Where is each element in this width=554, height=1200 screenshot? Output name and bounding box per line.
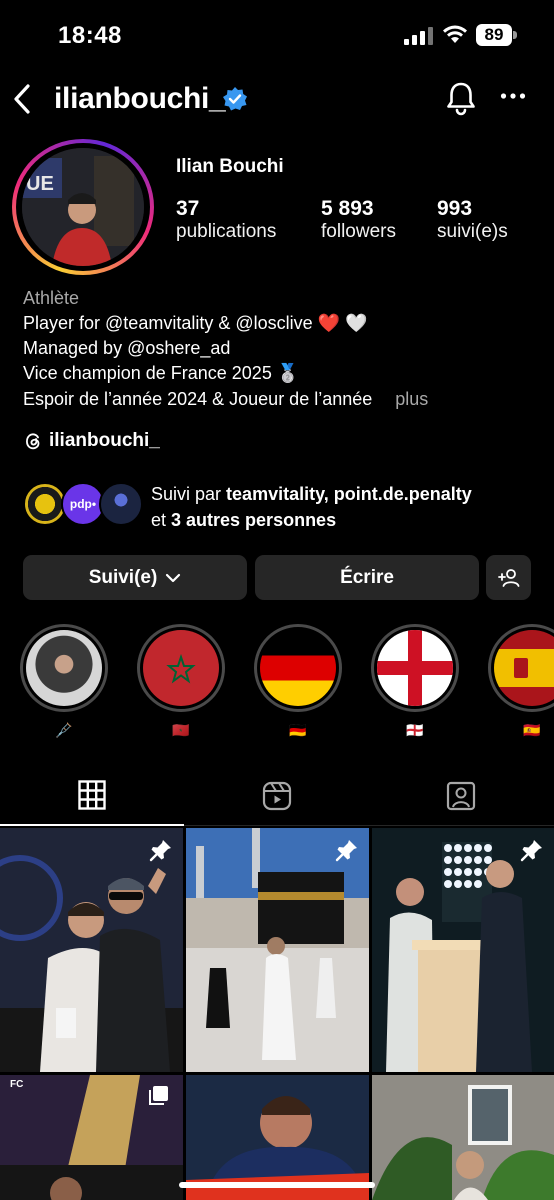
followed-by-mid: et xyxy=(151,510,172,530)
following-button-label: Suivi(e) xyxy=(88,566,158,588)
post-thumbnail[interactable] xyxy=(372,828,554,1072)
add-user-icon xyxy=(497,568,519,587)
stat-followers-label: followers xyxy=(321,221,396,242)
message-button[interactable]: Écrire xyxy=(255,555,479,600)
pinned-post-icon xyxy=(335,840,357,862)
followed-by-names: teamvitality, point.de.penalty xyxy=(226,484,472,504)
svg-text:UE: UE xyxy=(26,173,54,195)
more-options-icon[interactable] xyxy=(500,92,526,100)
england-flag-icon xyxy=(377,630,453,706)
home-indicator xyxy=(179,1182,375,1188)
back-chevron-icon[interactable] xyxy=(10,82,34,116)
grid-tab-icon[interactable] xyxy=(78,780,106,810)
reels-tab-icon[interactable] xyxy=(262,781,292,811)
following-button[interactable]: Suivi(e) xyxy=(23,555,247,600)
stat-following-value: 993 xyxy=(437,197,473,220)
pinned-post-icon xyxy=(520,840,542,862)
highlight-label: 🩼 xyxy=(55,722,73,738)
highlight-ring xyxy=(20,624,108,712)
post-image xyxy=(186,828,369,1072)
bio-line-text: Espoir de l’année 2024 & Joueur de l’ann… xyxy=(23,389,373,409)
stat-followers-value: 5 893 xyxy=(321,197,374,220)
pinned-post-icon xyxy=(149,840,171,862)
mutual-avatar xyxy=(99,482,143,526)
followed-by-text[interactable]: Suivi par teamvitality, point.de.penalty… xyxy=(151,481,472,533)
cellular-signal-icon xyxy=(404,27,434,45)
threads-handle: ilianbouchi_ xyxy=(49,430,160,451)
bio-line: Espoir de l’année 2024 & Joueur de l’ann… xyxy=(23,386,428,412)
followed-by-prefix: Suivi par xyxy=(151,484,227,504)
threads-icon xyxy=(26,433,40,450)
bio-line: Managed by @oshere_ad xyxy=(23,338,231,358)
highlight-item[interactable]: 🇩🇪 xyxy=(254,624,348,739)
wifi-icon xyxy=(443,25,467,43)
stat-posts-label: publications xyxy=(176,221,277,242)
mutual-followers-avatars[interactable]: pdp• xyxy=(23,482,143,526)
verified-badge-icon xyxy=(223,87,247,111)
tagged-tab-icon[interactable] xyxy=(446,781,476,811)
stat-followers[interactable]: 5 893 followers xyxy=(321,197,396,243)
avatar-photo: UE xyxy=(22,148,144,266)
highlight-cover-photo xyxy=(26,630,102,706)
highlight-item[interactable]: 🩼 xyxy=(20,624,114,739)
profile-category: Athlète xyxy=(23,288,80,308)
highlight-item[interactable]: 🇪🇸 xyxy=(488,624,554,739)
post-thumbnail[interactable] xyxy=(372,1075,554,1200)
spain-flag-icon xyxy=(494,630,554,706)
battery-indicator: 89 xyxy=(476,24,512,46)
active-tab-indicator xyxy=(0,824,184,826)
followed-by-others: 3 autres personnes xyxy=(171,510,337,530)
threads-link[interactable]: ilianbouchi_ xyxy=(23,430,160,452)
message-button-label: Écrire xyxy=(340,566,394,588)
highlight-ring xyxy=(371,624,459,712)
morocco-flag-icon xyxy=(143,630,219,706)
highlight-label: 🇩🇪 xyxy=(289,722,307,738)
post-image xyxy=(372,828,554,1072)
battery-tip xyxy=(513,31,517,39)
post-thumbnail[interactable]: FC xyxy=(0,1075,183,1200)
status-time: 18:48 xyxy=(58,22,122,49)
highlight-label: 🇲🇦 xyxy=(172,722,190,738)
stat-following[interactable]: 993 suivi(e)s xyxy=(437,197,508,243)
chevron-down-icon xyxy=(166,573,181,582)
stat-posts-value: 37 xyxy=(176,197,200,220)
highlight-label: 🏴󠁧󠁢󠁥󠁮󠁧󠁿 xyxy=(406,722,424,738)
post-thumbnail[interactable] xyxy=(0,828,183,1072)
post-thumbnail[interactable] xyxy=(186,828,369,1072)
germany-flag-icon xyxy=(260,630,336,706)
carousel-post-icon xyxy=(149,1086,168,1105)
post-image xyxy=(0,828,183,1072)
bio-more-link[interactable]: plus xyxy=(395,389,428,409)
post-overlay-decoration: FC xyxy=(10,1079,24,1090)
stat-posts[interactable]: 37 publications xyxy=(176,197,276,243)
highlight-item[interactable]: 🇲🇦 xyxy=(137,624,231,739)
highlight-ring xyxy=(488,624,554,712)
bio-line: Vice champion de France 2025 🥈 xyxy=(23,363,300,383)
add-user-button[interactable] xyxy=(486,555,531,600)
notification-bell-icon[interactable] xyxy=(444,80,478,116)
highlight-ring xyxy=(137,624,225,712)
profile-username: ilianbouchi_ xyxy=(54,82,226,115)
highlight-ring xyxy=(254,624,342,712)
highlight-label: 🇪🇸 xyxy=(523,722,541,738)
bio-line: Player for @teamvitality & @losclive ❤️ … xyxy=(23,313,368,333)
profile-full-name: Ilian Bouchi xyxy=(176,156,284,177)
profile-avatar[interactable]: UE xyxy=(22,148,144,266)
stat-following-label: suivi(e)s xyxy=(437,221,508,242)
highlight-item[interactable]: 🏴󠁧󠁢󠁥󠁮󠁧󠁿 xyxy=(371,624,465,739)
post-image xyxy=(372,1075,554,1200)
